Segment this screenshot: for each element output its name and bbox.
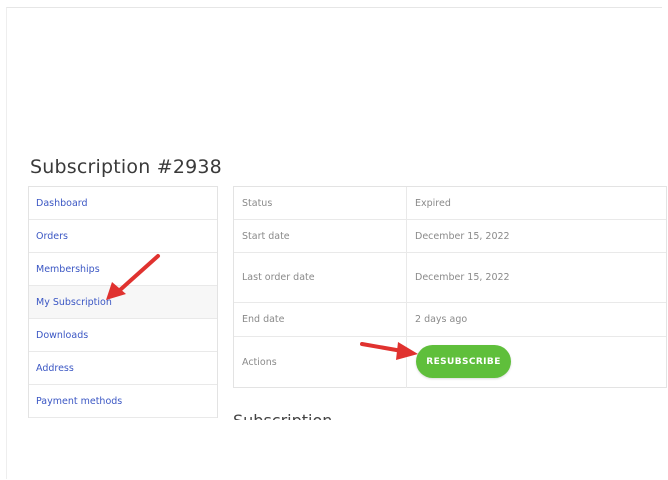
sidebar-item-my-subscription[interactable]: My Subscription [29, 286, 217, 319]
account-sidebar: Dashboard Orders Memberships My Subscrip… [28, 186, 218, 418]
sidebar-item-downloads[interactable]: Downloads [29, 319, 217, 352]
end-date-value: 2 days ago [415, 314, 468, 325]
page-title: Subscription #2938 [30, 155, 222, 178]
resubscribe-button[interactable]: RESUBSCRIBE [416, 345, 511, 378]
status-value: Expired [415, 197, 451, 209]
status-label: Status [234, 187, 407, 219]
end-date-label: End date [234, 303, 407, 336]
table-row: Last order date December 15, 2022 [234, 253, 666, 303]
sidebar-item-payment-methods[interactable]: Payment methods [29, 385, 217, 418]
last-order-date-label: Last order date [234, 253, 407, 302]
sidebar-item-dashboard[interactable]: Dashboard [29, 187, 217, 220]
sidebar-item-memberships[interactable]: Memberships [29, 253, 217, 286]
actions-label: Actions [234, 337, 407, 388]
table-row: End date 2 days ago [234, 303, 666, 337]
table-row: Start date December 15, 2022 [234, 220, 666, 253]
table-row: Status Expired [234, 187, 666, 220]
start-date-label: Start date [234, 220, 407, 252]
last-order-date-value: December 15, 2022 [415, 272, 510, 283]
sidebar-item-address[interactable]: Address [29, 352, 217, 385]
start-date-value: December 15, 2022 [415, 230, 510, 242]
subscription-totals-heading: Subscription totals [233, 410, 363, 420]
sidebar-item-orders[interactable]: Orders [29, 220, 217, 253]
